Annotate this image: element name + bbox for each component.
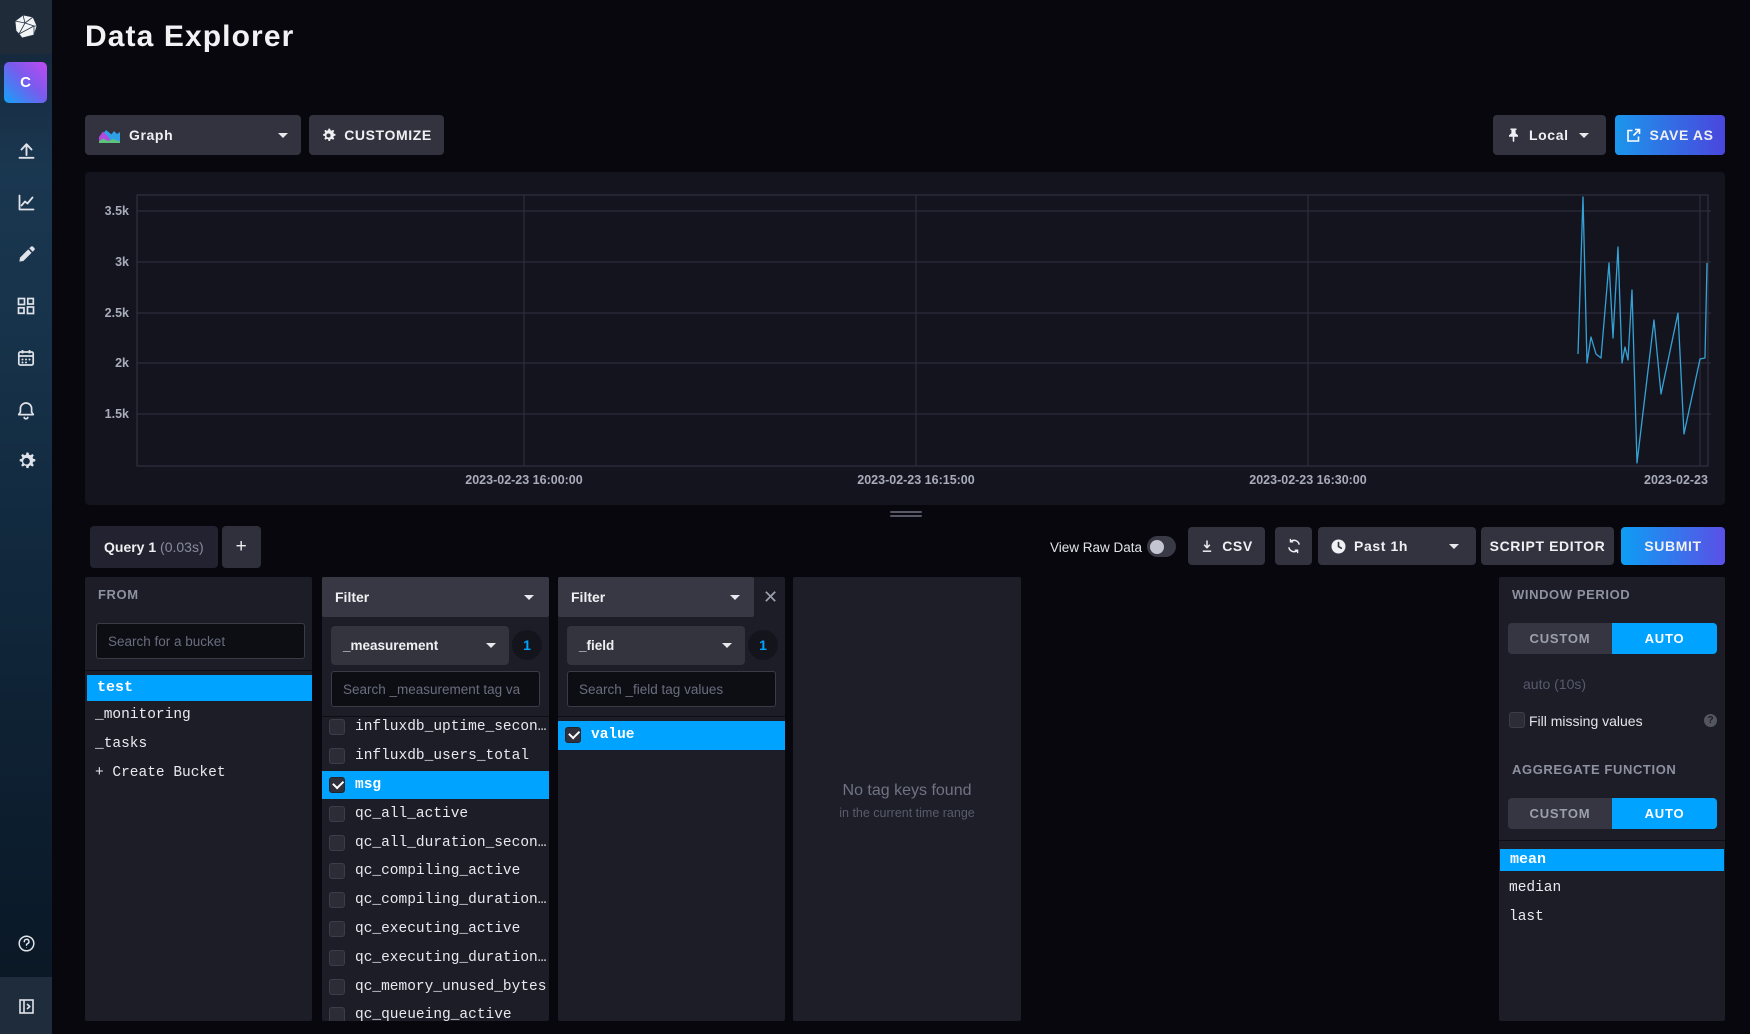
- svg-text:2.5k: 2.5k: [105, 306, 129, 320]
- svg-text:2023-02-23 16:15:00: 2023-02-23 16:15:00: [857, 473, 974, 487]
- svg-text:2023-02-23: 2023-02-23: [1644, 473, 1708, 487]
- svg-text:2023-02-23 16:00:00: 2023-02-23 16:00:00: [465, 473, 582, 487]
- svg-text:3.5k: 3.5k: [105, 204, 129, 218]
- svg-text:1.5k: 1.5k: [105, 407, 129, 421]
- svg-text:2k: 2k: [115, 356, 129, 370]
- svg-text:3k: 3k: [115, 255, 129, 269]
- svg-text:2023-02-23 16:30:00: 2023-02-23 16:30:00: [1249, 473, 1366, 487]
